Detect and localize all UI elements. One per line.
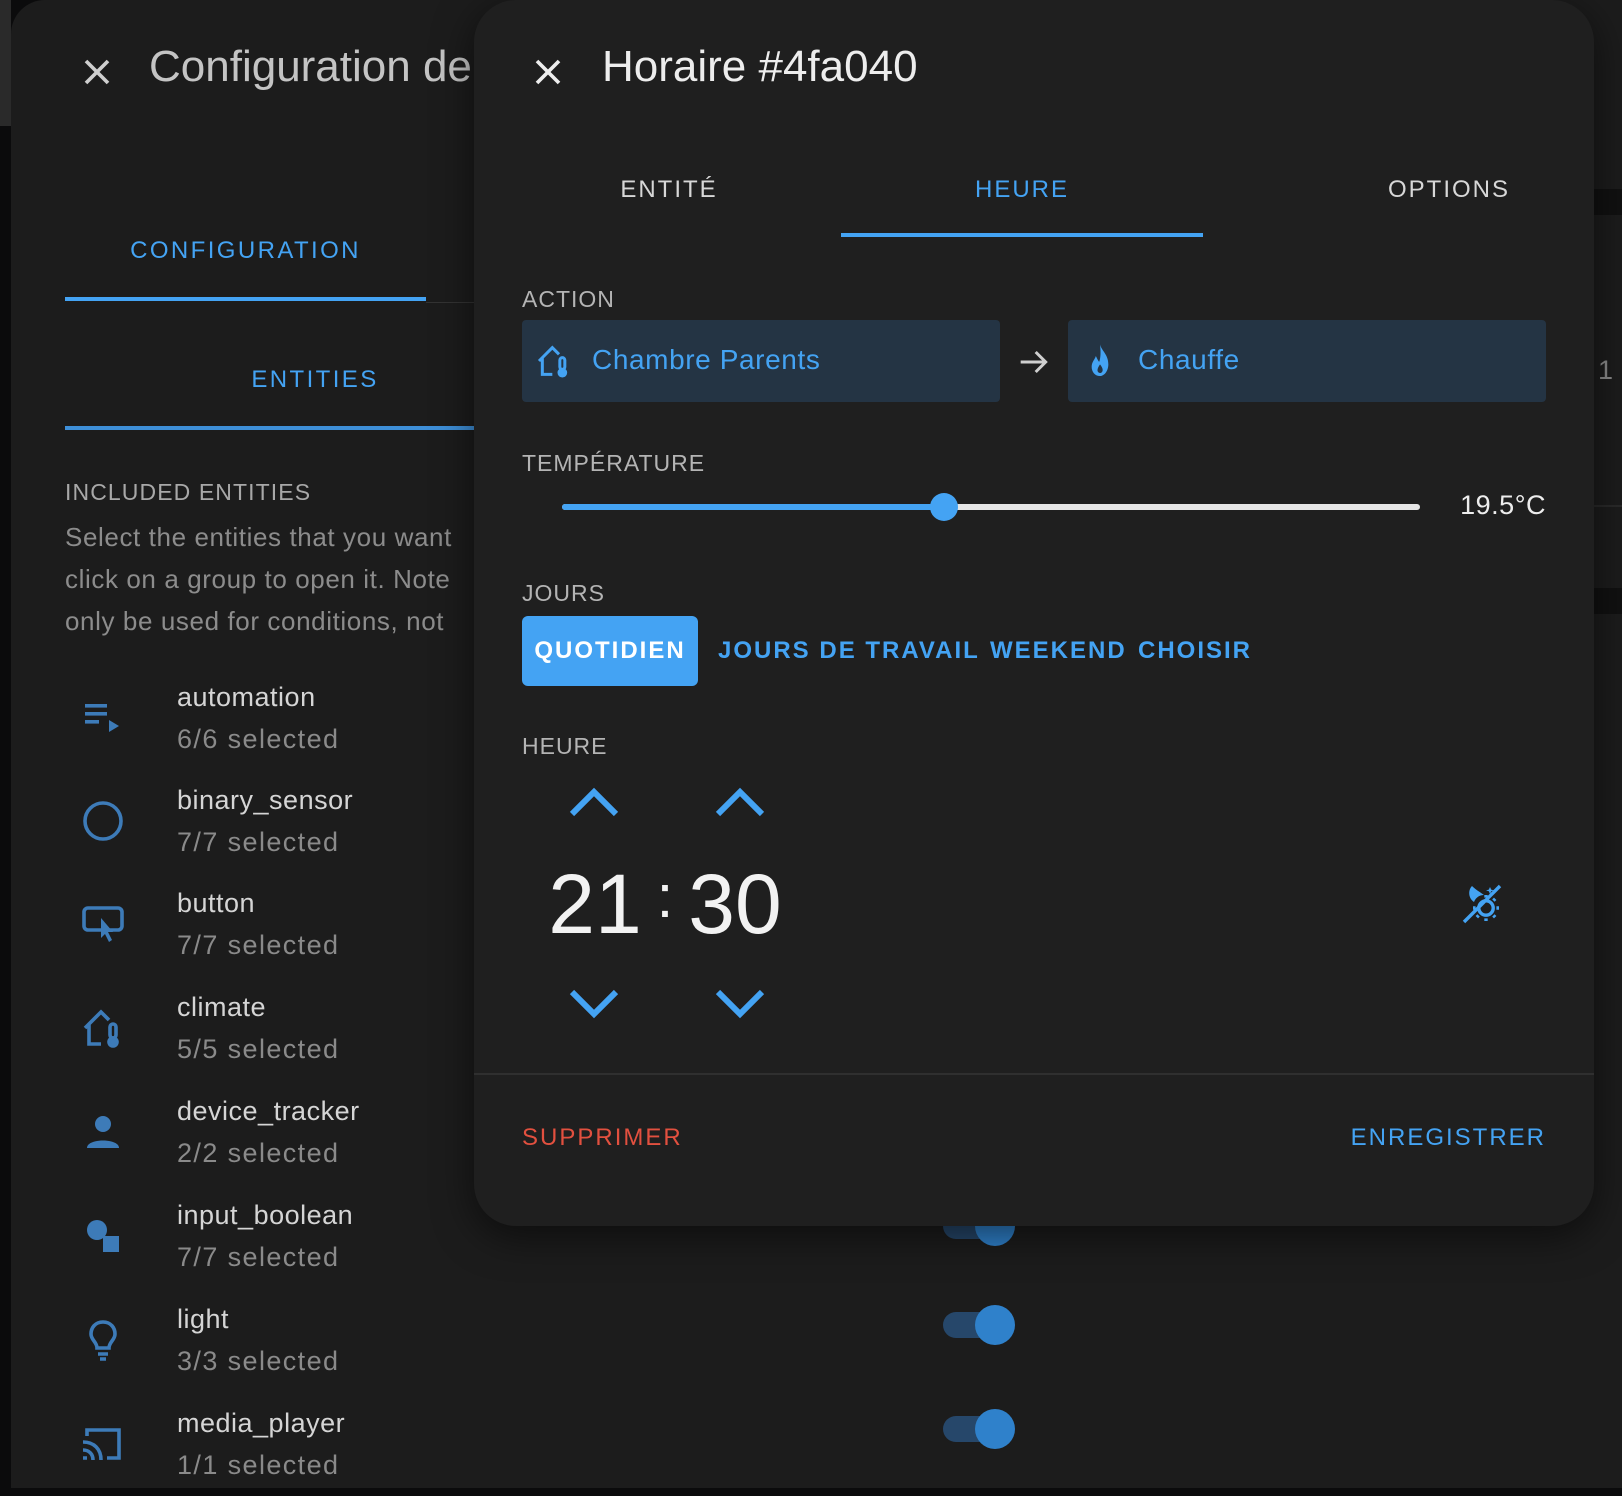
action-chip-label: Chauffe xyxy=(1138,344,1240,375)
description-line: Select the entities that you want xyxy=(65,522,452,552)
hour-up-chevron-icon[interactable] xyxy=(564,780,624,824)
background-edge-text: 1 xyxy=(1598,355,1614,385)
button-pointer-icon xyxy=(79,900,127,948)
entity-group-count: 2/2 selected xyxy=(177,1138,340,1168)
background-edge-block xyxy=(1594,189,1622,215)
minute-down-chevron-icon[interactable] xyxy=(710,982,770,1026)
shapes-icon xyxy=(79,1212,127,1260)
account-icon xyxy=(79,1108,127,1156)
entity-chip-label: Chambre Parents xyxy=(592,344,821,375)
action-label: ACTION xyxy=(522,286,615,312)
entity-group-count: 7/7 selected xyxy=(177,930,340,960)
tab-hour-indicator xyxy=(841,233,1203,237)
background-edge-block xyxy=(1594,588,1622,614)
entity-group-toggle[interactable] xyxy=(943,1409,1015,1449)
days-label: JOURS xyxy=(522,580,605,606)
schedule-dialog: Horaire #4fa040 ENTITÉ HEURE OPTIONS ACT… xyxy=(474,0,1594,1226)
save-button[interactable]: ENREGISTRER xyxy=(1324,1124,1546,1152)
day-option-daily[interactable]: QUOTIDIEN xyxy=(522,616,698,686)
time-separator: : xyxy=(656,863,674,930)
time-minutes[interactable]: 30 xyxy=(680,856,790,953)
entity-group-button[interactable]: button 7/7 selected xyxy=(65,876,495,976)
tab-entity[interactable]: ENTITÉ xyxy=(559,176,779,204)
temperature-label: TEMPÉRATURE xyxy=(522,450,706,476)
home-thermometer-icon xyxy=(79,1004,127,1052)
entity-chip[interactable]: Chambre Parents xyxy=(522,320,1000,402)
day-option-weekend[interactable]: WEEKEND xyxy=(990,616,1125,686)
cast-icon xyxy=(79,1420,127,1468)
home-thermometer-icon xyxy=(534,341,574,381)
entity-group-input-boolean[interactable]: input_boolean 7/7 selected xyxy=(65,1188,495,1288)
close-icon[interactable] xyxy=(75,50,119,94)
theme-light-dark-icon[interactable] xyxy=(1458,880,1506,928)
temperature-slider[interactable] xyxy=(562,493,1420,521)
day-option-workdays[interactable]: JOURS DE TRAVAIL xyxy=(718,616,978,686)
description-line: only be used for conditions, not xyxy=(65,606,445,636)
entity-group-automation[interactable]: automation 6/6 selected xyxy=(65,670,495,770)
included-entities-description: Select the entities that you want click … xyxy=(65,516,495,642)
tab-entities-indicator xyxy=(65,426,485,430)
close-icon[interactable] xyxy=(526,50,570,94)
configuration-title: Configuration de xyxy=(149,42,472,91)
day-option-custom[interactable]: CHOISIR xyxy=(1138,616,1250,686)
entity-group-count: 3/3 selected xyxy=(177,1346,340,1376)
schedule-title: Horaire #4fa040 xyxy=(602,42,918,91)
tab-configuration-indicator xyxy=(65,297,426,301)
entity-group-name: light xyxy=(177,1304,230,1334)
arrow-right-icon xyxy=(1014,342,1054,382)
action-chip[interactable]: Chauffe xyxy=(1068,320,1546,402)
entity-group-media-player[interactable]: media_player 1/1 selected xyxy=(65,1396,495,1496)
temperature-value: 19.5°C xyxy=(1460,490,1546,520)
background-edge-line xyxy=(1594,505,1622,507)
delete-button[interactable]: SUPPRIMER xyxy=(522,1124,683,1152)
tab-hour[interactable]: HEURE xyxy=(841,176,1203,204)
entity-group-name: device_tracker xyxy=(177,1096,360,1126)
entity-group-light[interactable]: light 3/3 selected xyxy=(65,1292,495,1392)
entity-group-count: 7/7 selected xyxy=(177,1242,340,1272)
entity-group-count: 5/5 selected xyxy=(177,1034,340,1064)
entity-group-name: climate xyxy=(177,992,267,1022)
entity-group-name: media_player xyxy=(177,1408,346,1438)
entity-group-device-tracker[interactable]: device_tracker 2/2 selected xyxy=(65,1084,495,1184)
footer-divider xyxy=(474,1073,1594,1075)
window-edge xyxy=(0,0,11,126)
circle-outline-icon xyxy=(79,797,127,845)
tab-options[interactable]: OPTIONS xyxy=(1324,176,1574,204)
entity-group-name: binary_sensor xyxy=(177,785,354,815)
included-entities-title: INCLUDED ENTITIES xyxy=(65,479,312,505)
time-hours[interactable]: 21 xyxy=(540,856,650,953)
entity-group-name: automation xyxy=(177,682,316,712)
entity-group-binary-sensor[interactable]: binary_sensor 7/7 selected xyxy=(65,773,495,873)
entity-group-climate[interactable]: climate 5/5 selected xyxy=(65,980,495,1080)
description-line: click on a group to open it. Note xyxy=(65,564,451,594)
entity-group-count: 6/6 selected xyxy=(177,724,340,754)
entity-group-name: input_boolean xyxy=(177,1200,354,1230)
entity-group-toggle[interactable] xyxy=(943,1305,1015,1345)
playlist-play-icon xyxy=(79,694,127,742)
tab-configuration[interactable]: CONFIGURATION xyxy=(65,237,426,265)
fire-icon xyxy=(1080,341,1120,381)
minute-up-chevron-icon[interactable] xyxy=(710,780,770,824)
entity-group-name: button xyxy=(177,888,256,918)
slider-fill xyxy=(562,504,944,510)
entity-group-count: 7/7 selected xyxy=(177,827,340,857)
hour-down-chevron-icon[interactable] xyxy=(564,982,624,1026)
entity-group-count: 1/1 selected xyxy=(177,1450,340,1480)
slider-thumb[interactable] xyxy=(929,493,958,521)
time-label: HEURE xyxy=(522,733,608,759)
lightbulb-outline-icon xyxy=(79,1316,127,1364)
